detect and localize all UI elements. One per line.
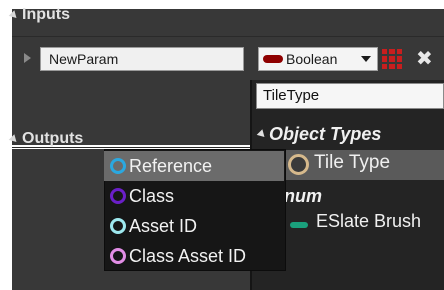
pin-type-item-reference[interactable]: Reference (104, 151, 284, 181)
collapse-arrow-icon (8, 133, 20, 145)
object-pin-icon (288, 154, 309, 175)
reference-pin-icon (110, 158, 126, 174)
details-panel: Inputs Outputs NewParam Boolean ✖ TileTy… (0, 0, 444, 290)
pin-type-label: Asset ID (129, 215, 198, 236)
class-pin-icon (110, 188, 126, 204)
collapse-arrow-icon (256, 129, 268, 140)
inputs-section-header[interactable]: Inputs (8, 6, 70, 24)
param-name-input[interactable]: NewParam (40, 47, 244, 71)
class-asset-id-pin-icon (110, 248, 126, 264)
category-object-types[interactable]: Object Types (256, 124, 382, 145)
asset-id-pin-icon (110, 218, 126, 234)
category-enum[interactable]: num (284, 186, 322, 207)
type-item-eslate-brush[interactable]: ESlate Brush (316, 211, 421, 232)
pin-type-item-asset-id[interactable]: Asset ID (104, 211, 284, 241)
enum-pin-icon (290, 222, 308, 228)
type-search-input[interactable]: TileType (256, 83, 444, 109)
boolean-pin-icon (263, 55, 283, 63)
category-label: Object Types (269, 124, 382, 144)
param-type-dropdown[interactable]: Boolean (258, 47, 378, 71)
pin-type-item-class-asset-id[interactable]: Class Asset ID (104, 241, 284, 271)
divider (12, 36, 444, 37)
expand-arrow-icon[interactable] (24, 53, 31, 63)
outputs-section-header[interactable]: Outputs (8, 130, 84, 148)
collapse-arrow-icon (8, 9, 20, 21)
container-type-grid-icon[interactable] (382, 49, 402, 69)
chevron-down-icon (361, 56, 371, 62)
type-item-label: Tile Type (314, 152, 391, 173)
inputs-title: Inputs (22, 6, 70, 23)
remove-param-close-icon[interactable]: ✖ (416, 46, 433, 70)
outputs-title: Outputs (22, 130, 84, 147)
pin-type-label: Reference (129, 155, 213, 176)
pin-type-item-class[interactable]: Class (104, 181, 284, 211)
pin-type-label: Class (129, 185, 175, 206)
pin-type-label: Class Asset ID (129, 245, 247, 266)
param-type-label: Boolean (286, 51, 338, 67)
